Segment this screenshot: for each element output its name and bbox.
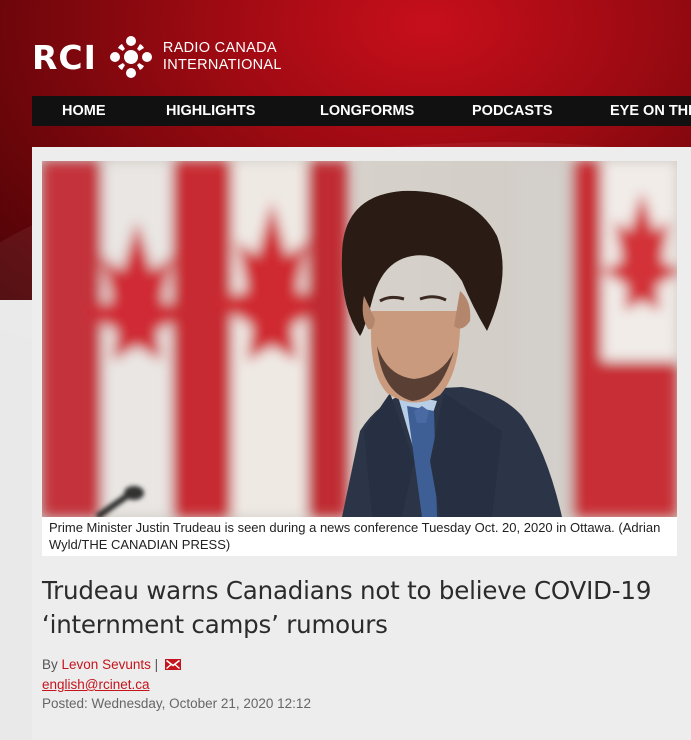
logo-rci-text: RCI	[32, 37, 97, 77]
by-label: By	[42, 657, 58, 672]
nav-eye-on-the[interactable]: EYE ON THE	[610, 103, 691, 119]
author-email-link[interactable]: english@rcinet.ca	[42, 677, 150, 692]
author-link[interactable]: Levon Sevunts	[62, 657, 151, 672]
nav-highlights[interactable]: HIGHLIGHTS	[166, 103, 255, 119]
mail-icon[interactable]	[165, 659, 182, 670]
logo-name-line1: RADIO CANADA	[162, 40, 277, 56]
main-nav: HOME HIGHLIGHTS LONGFORMS PODCASTS EYE O…	[32, 96, 691, 126]
logo-name: RADIO CANADA INTERNATIONAL	[163, 40, 282, 74]
article-photo	[42, 161, 677, 517]
radio-canada-gem-icon	[109, 36, 152, 78]
article-title: Trudeau warns Canadians not to believe C…	[42, 576, 652, 639]
nav-podcasts[interactable]: PODCASTS	[472, 103, 553, 119]
nav-longforms[interactable]: LONGFORMS	[320, 103, 414, 119]
rci-logo[interactable]: RCI RADIO CANADA INTERNATIONAL	[32, 36, 282, 78]
posted-date-value: Wednesday, October 21, 2020 12:12	[91, 696, 311, 711]
photo-caption: Prime Minister Justin Trudeau is seen du…	[42, 517, 677, 556]
byline: By Levon Sevunts |	[42, 657, 182, 672]
logo-name-line2: INTERNATIONAL	[162, 57, 282, 73]
posted-date: Posted: Wednesday, October 21, 2020 12:1…	[42, 696, 311, 711]
byline-separator: |	[154, 657, 159, 672]
article-container: Prime Minister Justin Trudeau is seen du…	[32, 147, 691, 740]
posted-label: Posted:	[42, 696, 88, 711]
nav-home[interactable]: HOME	[62, 103, 106, 119]
